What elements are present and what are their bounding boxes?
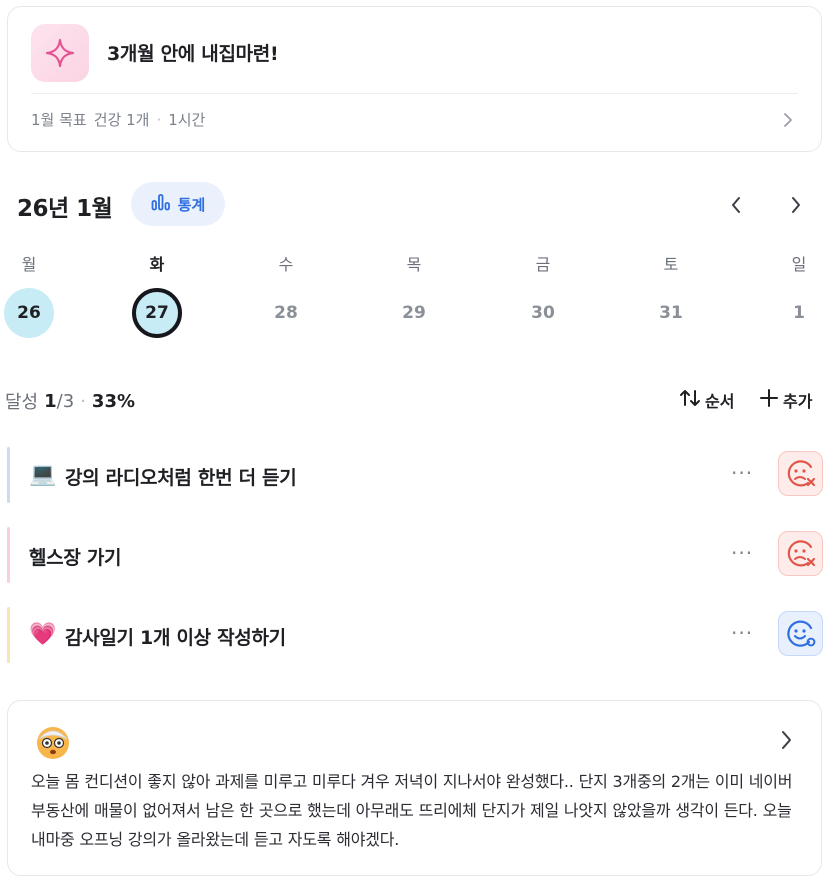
prev-week-button[interactable] <box>723 192 749 218</box>
status-success-icon[interactable] <box>778 611 823 656</box>
heart-icon: 💗 <box>29 622 57 647</box>
separator-dot: · <box>156 110 162 129</box>
divider <box>31 93 798 94</box>
diary-card[interactable]: 오늘 몸 컨디션이 좋지 않아 과제를 미루고 미루다 겨우 저녁이 지나서야 … <box>7 700 822 876</box>
progress-done: 1 <box>44 390 57 412</box>
day-cell[interactable]: 1 <box>774 288 824 338</box>
day-cell-today[interactable]: 27 <box>132 288 182 338</box>
chevron-right-icon <box>779 729 793 755</box>
task-accent-bar <box>7 527 10 583</box>
add-button[interactable]: 추가 <box>759 388 812 412</box>
laptop-icon: 💻 <box>29 462 57 487</box>
day-cell[interactable]: 31 <box>646 288 696 338</box>
more-icon[interactable]: ··· <box>731 541 753 565</box>
day-cell[interactable]: 30 <box>518 288 568 338</box>
plus-icon <box>759 388 779 412</box>
status-fail-icon[interactable] <box>778 451 823 496</box>
chevron-right-icon <box>792 197 800 213</box>
goal-period: 1월 목표 <box>31 111 87 129</box>
task-item[interactable]: 💗 감사일기 1개 이상 작성하기 ··· <box>7 607 823 663</box>
stats-label: 통계 <box>177 195 206 214</box>
task-accent-bar <box>7 607 10 663</box>
weekday-thu: 목 <box>406 255 422 274</box>
weekday-sat: 토 <box>663 255 679 274</box>
progress-total: /3 <box>56 390 75 412</box>
weekday-fri: 금 <box>535 255 551 274</box>
goal-category: 건강 1개 <box>93 111 150 129</box>
add-label: 추가 <box>783 392 813 411</box>
sparkle-icon <box>31 24 89 82</box>
diary-text: 오늘 몸 컨디션이 좋지 않아 과제를 미루고 미루다 겨우 저녁이 지나서야 … <box>31 772 793 849</box>
sort-label: 순서 <box>705 392 735 411</box>
task-label: 강의 라디오처럼 한번 더 듣기 <box>65 467 297 489</box>
day-cell[interactable]: 29 <box>389 288 439 338</box>
task-item[interactable]: 헬스장 가기 ··· <box>7 527 823 583</box>
separator-dot: · <box>80 390 86 412</box>
progress-percent: 33% <box>91 390 136 412</box>
sort-button[interactable]: 순서 <box>679 388 734 412</box>
progress-summary: 달성 1/3 · 33% <box>5 388 135 414</box>
month-label: 26년 1월 <box>17 196 113 222</box>
more-icon[interactable]: ··· <box>731 461 753 485</box>
task-accent-bar <box>7 447 10 503</box>
stats-button[interactable]: 통계 <box>131 182 225 226</box>
goal-title: 3개월 안에 내집마련! <box>107 43 279 65</box>
status-fail-icon[interactable] <box>778 531 823 576</box>
weekday-wed: 수 <box>278 255 294 274</box>
sort-arrows-icon <box>679 388 701 412</box>
weekday-tue: 화 <box>149 255 165 274</box>
goal-meta: 1월 목표 건강 1개 · 1시간 <box>31 109 205 130</box>
dizzy-face-icon <box>34 723 72 765</box>
day-cell[interactable]: 26 <box>4 288 54 338</box>
more-icon[interactable]: ··· <box>731 621 753 645</box>
goal-time: 1시간 <box>168 111 206 129</box>
weekday-mon: 월 <box>21 255 37 274</box>
progress-label: 달성 <box>5 392 39 413</box>
bar-chart-icon <box>151 193 171 215</box>
goal-card[interactable]: 3개월 안에 내집마련! 1월 목표 건강 1개 · 1시간 <box>7 6 822 152</box>
day-cell[interactable]: 28 <box>261 288 311 338</box>
task-item[interactable]: 💻 강의 라디오처럼 한번 더 듣기 ··· <box>7 447 823 503</box>
chevron-right-icon <box>781 112 795 132</box>
weekday-sun: 일 <box>791 255 807 274</box>
task-label: 감사일기 1개 이상 작성하기 <box>65 627 286 649</box>
task-label: 헬스장 가기 <box>29 547 122 569</box>
next-week-button[interactable] <box>783 192 809 218</box>
chevron-left-icon <box>732 197 740 213</box>
